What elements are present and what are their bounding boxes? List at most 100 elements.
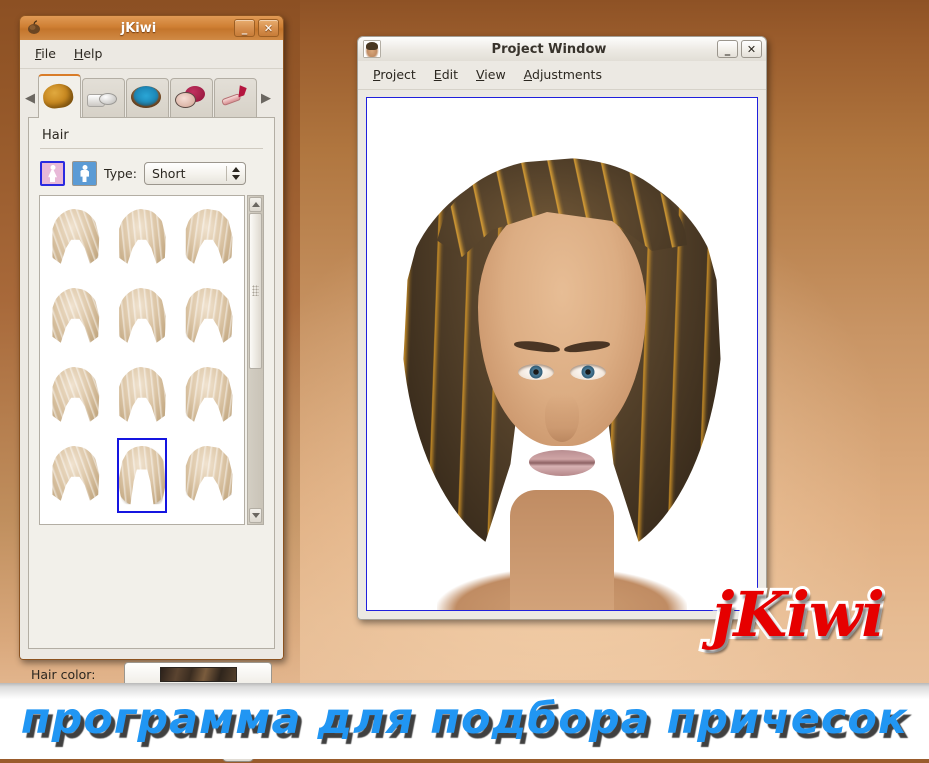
tab-lipstick[interactable]: [214, 78, 257, 118]
menu-file[interactable]: File: [28, 44, 63, 63]
hairstyle-thumbnail[interactable]: [42, 278, 109, 357]
project-window-buttons: _ ✕: [717, 40, 762, 58]
gender-and-type-row: Type: Short: [40, 161, 263, 186]
hairstyle-image: [119, 208, 166, 264]
hairstyle-thumbnail[interactable]: [42, 357, 109, 436]
jkiwi-main-window: jKiwi _ ✕ File Help ◀ ▶ Hair Type: Short…: [19, 15, 284, 762]
jkiwi-window-body: File Help ◀ ▶ Hair Type: Short Hair colo…: [19, 40, 284, 762]
hairstyle-scrollbar[interactable]: [247, 195, 264, 525]
close-button[interactable]: ✕: [258, 19, 279, 37]
jkiwi-watermark-logo: jKiwi: [709, 575, 888, 654]
hair-color-label: Hair color:: [31, 667, 96, 682]
hairstyle-thumbnail[interactable]: [109, 278, 176, 357]
menu-project[interactable]: Project: [366, 65, 423, 84]
model-eye-left: [570, 364, 606, 380]
model-nose: [545, 394, 579, 442]
hair-icon: [40, 82, 77, 110]
hairstyle-thumbnail[interactable]: [175, 278, 242, 357]
blush-compact-icon: [174, 85, 209, 112]
hair-color-swatch: [159, 667, 237, 682]
hairstyle-image: [52, 208, 100, 264]
cream-jar-icon: [86, 86, 121, 112]
portrait-thumbnail-icon: [363, 40, 381, 58]
hair-type-spinner[interactable]: Short: [143, 162, 246, 185]
model-lips: [529, 450, 595, 476]
project-window-body: Project Edit View Adjustments: [357, 61, 767, 620]
lipstick-icon: [219, 86, 253, 112]
hairstyle-thumbnail[interactable]: [42, 436, 109, 515]
hairstyle-image: [118, 445, 166, 505]
hairstyle-thumbnail[interactable]: [42, 199, 109, 278]
tab-blush[interactable]: [170, 78, 213, 118]
tab-strip: ◀ ▶: [20, 74, 283, 118]
tab-scroll-right-icon[interactable]: ▶: [258, 78, 274, 118]
hair-type-value: Short: [151, 166, 186, 181]
hairstyle-thumbnail[interactable]: [109, 199, 176, 278]
hairstyle-thumbnail[interactable]: [42, 515, 109, 526]
jkiwi-title-text: jKiwi: [120, 20, 157, 36]
gender-male-button[interactable]: [72, 161, 97, 186]
chevron-down-icon[interactable]: [231, 175, 240, 180]
scrollbar-thumb[interactable]: [249, 213, 262, 369]
menu-view[interactable]: View: [469, 65, 513, 84]
hairstyle-image: [49, 525, 101, 526]
model-eyebrow-left: [563, 339, 611, 354]
hairstyle-thumbnail[interactable]: [175, 436, 242, 515]
hairstyle-browser: [39, 195, 264, 525]
menu-adjustments[interactable]: Adjustments: [517, 65, 609, 84]
hairstyle-thumbnail[interactable]: [175, 357, 242, 436]
male-figure-icon: [80, 165, 89, 182]
menu-help-rest: elp: [83, 46, 103, 61]
hairstyle-image: [185, 287, 233, 343]
model-eye-right: [518, 364, 554, 380]
gender-female-button[interactable]: [40, 161, 65, 186]
project-canvas[interactable]: [366, 97, 758, 611]
section-title: Hair: [42, 128, 69, 143]
hairstyle-image: [185, 208, 233, 264]
scroll-down-button[interactable]: [249, 508, 262, 523]
model-neck: [510, 490, 614, 610]
tab-hair[interactable]: [38, 74, 81, 118]
hairstyle-image: [116, 525, 168, 526]
hairstyle-image: [119, 287, 166, 343]
hairstyle-thumbnail[interactable]: [109, 436, 176, 515]
scroll-up-button[interactable]: [249, 197, 262, 212]
project-menubar: Project Edit View Adjustments: [358, 61, 766, 90]
canvas-area: [358, 90, 766, 621]
project-minimize-button[interactable]: _: [717, 40, 738, 58]
project-close-button[interactable]: ✕: [741, 40, 762, 58]
spinner-arrows[interactable]: [227, 167, 245, 180]
hairstyle-thumbnail[interactable]: [175, 515, 242, 526]
tab-eyeshadow[interactable]: [126, 78, 169, 118]
hairstyle-grid[interactable]: [39, 195, 245, 525]
menu-edit-rest: dit: [441, 67, 458, 82]
hairstyle-thumbnail[interactable]: [109, 357, 176, 436]
project-titlebar[interactable]: Project Window _ ✕: [357, 36, 767, 61]
tab-scroll-left-icon[interactable]: ◀: [22, 78, 38, 118]
model-portrait: [397, 140, 727, 610]
hairstyle-thumbnail[interactable]: [109, 515, 176, 526]
tab-foundation[interactable]: [82, 78, 125, 118]
scrollbar-track[interactable]: [248, 213, 263, 507]
hairstyle-image: [52, 287, 100, 343]
hairstyle-thumbnail[interactable]: [175, 199, 242, 278]
menu-edit[interactable]: Edit: [427, 65, 465, 84]
female-figure-icon: [48, 165, 57, 182]
section-divider: [40, 148, 263, 149]
menu-adjustments-rest: djustments: [532, 67, 602, 82]
hairstyle-image: [52, 366, 100, 422]
hairstyle-image: [119, 366, 166, 422]
hairstyle-image: [52, 445, 100, 501]
menu-project-rest: roject: [380, 67, 416, 82]
hairstyle-image: [185, 366, 233, 422]
type-label: Type:: [104, 166, 137, 181]
jkiwi-menubar: File Help: [20, 40, 283, 69]
menu-help[interactable]: Help: [67, 44, 110, 63]
hairstyle-image: [183, 525, 235, 526]
jkiwi-titlebar[interactable]: jKiwi _ ✕: [19, 15, 284, 40]
chevron-up-icon[interactable]: [231, 167, 240, 172]
banner-caption: программа для подбора причесок: [18, 692, 909, 747]
jkiwi-window-buttons: _ ✕: [234, 19, 279, 37]
hairstyle-image: [185, 445, 233, 501]
minimize-button[interactable]: _: [234, 19, 255, 37]
